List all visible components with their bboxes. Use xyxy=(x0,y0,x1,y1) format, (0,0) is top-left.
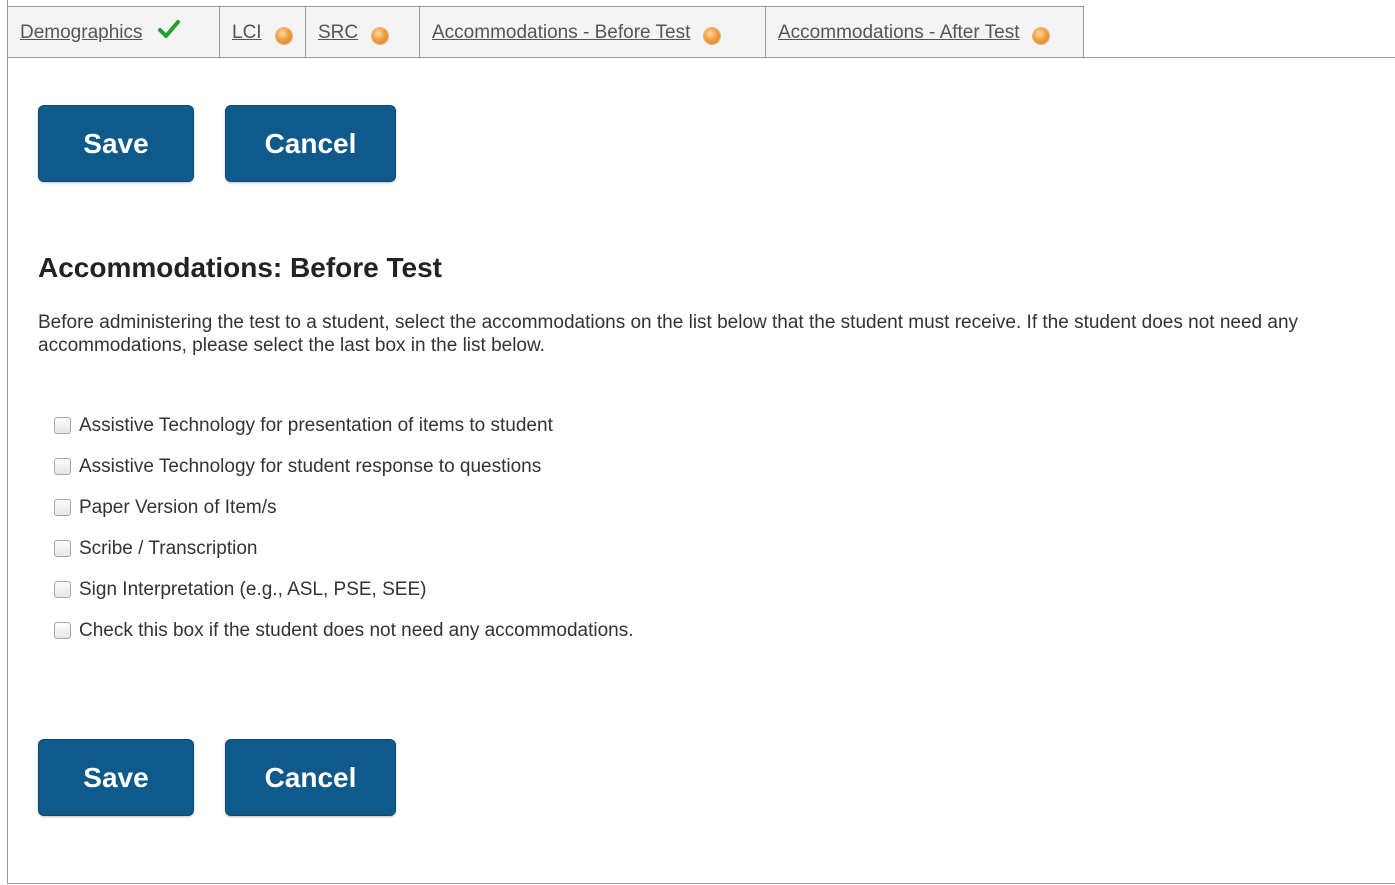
save-button[interactable]: Save xyxy=(38,105,194,182)
tab-demographics[interactable]: Demographics xyxy=(8,6,220,58)
list-item: Check this box if the student does not n… xyxy=(54,610,634,651)
list-item: Assistive Technology for student respons… xyxy=(54,446,634,487)
tab-src[interactable]: SRC xyxy=(306,6,420,58)
tab-label: LCI xyxy=(232,21,262,43)
option-label[interactable]: Check this box if the student does not n… xyxy=(79,620,634,642)
accommodation-checkbox[interactable] xyxy=(54,417,71,434)
incomplete-dot-icon xyxy=(704,27,721,44)
list-item: Assistive Technology for presentation of… xyxy=(54,405,634,446)
tab-label: Accommodations - After Test xyxy=(778,21,1020,43)
cancel-button[interactable]: Cancel xyxy=(225,105,396,182)
option-label[interactable]: Assistive Technology for student respons… xyxy=(79,456,541,478)
page-frame: Demographics LCI SRC Accommodations - Be… xyxy=(7,0,1395,884)
option-label[interactable]: Paper Version of Item/s xyxy=(79,497,277,519)
accommodation-checkbox[interactable] xyxy=(54,458,71,475)
accommodation-checkbox[interactable] xyxy=(54,540,71,557)
section-title: Accommodations: Before Test xyxy=(38,252,442,283)
tab-label: Accommodations - Before Test xyxy=(432,21,691,43)
option-label[interactable]: Scribe / Transcription xyxy=(79,538,257,560)
accommodation-checkbox[interactable] xyxy=(54,499,71,516)
option-label[interactable]: Sign Interpretation (e.g., ASL, PSE, SEE… xyxy=(79,579,426,601)
tab-label: Demographics xyxy=(20,21,143,43)
save-button[interactable]: Save xyxy=(38,739,194,816)
instructions-text: Before administering the test to a stude… xyxy=(38,312,1299,356)
list-item: Paper Version of Item/s xyxy=(54,487,634,528)
tab-accommodations-before-test[interactable]: Accommodations - Before Test xyxy=(420,6,766,58)
incomplete-dot-icon xyxy=(372,27,389,44)
incomplete-dot-icon xyxy=(275,27,292,44)
no-accommodations-checkbox[interactable] xyxy=(54,622,71,639)
list-item: Sign Interpretation (e.g., ASL, PSE, SEE… xyxy=(54,569,634,610)
tab-divider xyxy=(8,57,1395,58)
incomplete-dot-icon xyxy=(1033,27,1050,44)
list-item: Scribe / Transcription xyxy=(54,528,634,569)
check-icon xyxy=(157,19,180,38)
accommodations-list: Assistive Technology for presentation of… xyxy=(54,405,634,651)
tab-bar: Demographics LCI SRC Accommodations - Be… xyxy=(8,6,1084,58)
tab-accommodations-after-test[interactable]: Accommodations - After Test xyxy=(766,6,1084,58)
tab-label: SRC xyxy=(318,21,359,43)
option-label[interactable]: Assistive Technology for presentation of… xyxy=(79,415,553,437)
accommodation-checkbox[interactable] xyxy=(54,581,71,598)
cancel-button[interactable]: Cancel xyxy=(225,739,396,816)
tab-lci[interactable]: LCI xyxy=(220,6,306,58)
